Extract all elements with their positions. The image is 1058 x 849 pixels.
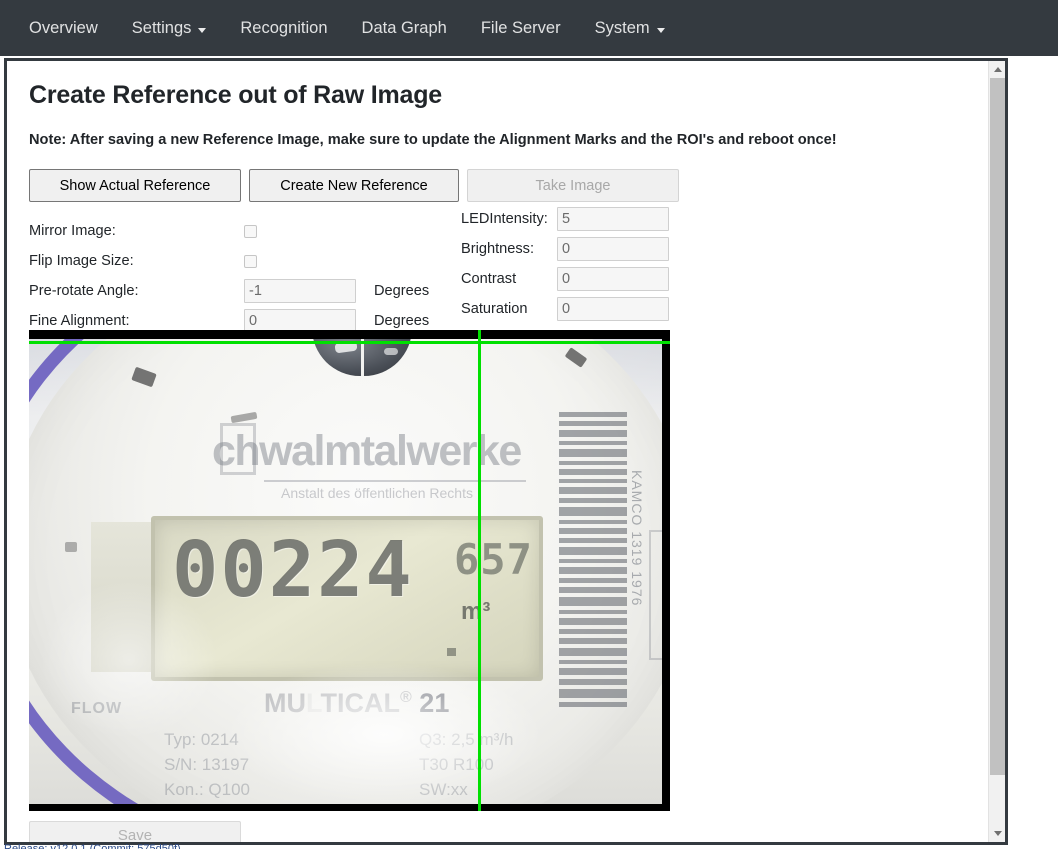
spec-t30: T30 R100 bbox=[419, 755, 494, 774]
save-button[interactable]: Save bbox=[29, 821, 241, 842]
lcd-indicator-dot bbox=[447, 648, 456, 656]
triangle-down-icon bbox=[993, 831, 1002, 836]
dirt-speck bbox=[65, 542, 77, 552]
barcode bbox=[559, 412, 627, 811]
field-contrast: Contrast bbox=[461, 264, 721, 294]
spec-sw: SW:xx bbox=[419, 780, 468, 799]
brand-underline bbox=[264, 480, 526, 482]
nav-item-system[interactable]: System bbox=[578, 11, 682, 46]
alignment-line-horizontal bbox=[29, 341, 670, 344]
nav-item-settings[interactable]: Settings bbox=[115, 11, 224, 46]
meter-brand-text: chwalmtalwerke bbox=[212, 427, 522, 475]
nav-item-file-server[interactable]: File Server bbox=[464, 11, 578, 46]
unit-fine-alignment: Degrees bbox=[374, 313, 430, 329]
settings-area: Mirror Image: Flip Image Size: Pre-rotat… bbox=[29, 207, 986, 333]
label-brightness: Brightness: bbox=[461, 241, 535, 257]
nav-item-recognition[interactable]: Recognition bbox=[223, 11, 344, 46]
meter-brand-subtitle: Anstalt des öffentlichen Rechts bbox=[281, 485, 473, 501]
content-frame: Create Reference out of Raw Image Note: … bbox=[4, 58, 1008, 845]
label-contrast: Contrast bbox=[461, 271, 517, 287]
input-contrast[interactable] bbox=[557, 267, 669, 291]
input-led-intensity[interactable] bbox=[557, 207, 669, 231]
nav-label-data-graph: Data Graph bbox=[361, 18, 447, 37]
spec-kon: Kon.: Q100 bbox=[164, 780, 251, 799]
nav-label-system: System bbox=[594, 18, 650, 37]
model-number: 21 bbox=[419, 688, 450, 718]
meter-model-text: MULTICAL® 21 bbox=[264, 688, 450, 718]
content-scroll-area: Create Reference out of Raw Image Note: … bbox=[7, 61, 986, 842]
input-brightness[interactable] bbox=[557, 237, 669, 261]
label-saturation: Saturation bbox=[461, 301, 528, 317]
spec-serial: S/N: 13197 bbox=[164, 755, 250, 774]
scrollbar-thumb[interactable] bbox=[990, 78, 1005, 775]
model-mid: TICAL bbox=[320, 688, 400, 718]
save-row: Save bbox=[29, 821, 986, 842]
camera-photo: chwalmtalwerke Anstalt des öffentlichen … bbox=[29, 330, 670, 811]
field-pre-rotate-angle: Pre-rotate Angle: Degrees bbox=[29, 276, 469, 306]
settings-right-column: LEDIntensity: Brightness: Contrast Satur… bbox=[461, 204, 721, 324]
settings-left-column: Mirror Image: Flip Image Size: Pre-rotat… bbox=[29, 216, 469, 336]
label-mirror-image: Mirror Image: bbox=[29, 223, 116, 239]
field-led-intensity: LEDIntensity: bbox=[461, 204, 721, 234]
model-registered-mark: ® bbox=[399, 689, 412, 706]
checkbox-mirror-image[interactable] bbox=[244, 224, 257, 238]
checkbox-flip-image-size[interactable] bbox=[244, 254, 257, 268]
lcd-decimal-digits: 657 bbox=[454, 535, 533, 584]
triangle-up-icon bbox=[993, 67, 1002, 72]
action-button-row: Show Actual Reference Create New Referen… bbox=[29, 169, 986, 202]
flow-label: FLOW bbox=[71, 700, 123, 717]
lens-highlight-secondary bbox=[384, 348, 398, 355]
nav-label-settings: Settings bbox=[131, 18, 192, 37]
chevron-down-icon bbox=[198, 27, 207, 33]
image-letterbox-top bbox=[29, 330, 670, 339]
lcd-main-digits: 00224 bbox=[172, 526, 414, 615]
chevron-down-icon bbox=[656, 27, 665, 33]
page-title: Create Reference out of Raw Image bbox=[29, 81, 442, 109]
scroll-down-button[interactable] bbox=[989, 825, 1005, 842]
alignment-line-vertical bbox=[478, 330, 481, 811]
field-brightness: Brightness: bbox=[461, 234, 721, 264]
input-pre-rotate-angle[interactable] bbox=[244, 279, 356, 303]
field-saturation: Saturation bbox=[461, 294, 721, 324]
label-fine-alignment: Fine Alignment: bbox=[29, 313, 130, 329]
lcd-side-tab bbox=[91, 522, 153, 672]
nav-item-overview[interactable]: Overview bbox=[12, 11, 115, 46]
lcd-unit-label: m³ bbox=[461, 598, 491, 625]
nav-label-file-server: File Server bbox=[480, 18, 561, 37]
nav-label-recognition: Recognition bbox=[240, 18, 328, 37]
spec-typ: Typ: 0214 bbox=[164, 730, 239, 749]
label-flip-image-size: Flip Image Size: bbox=[29, 253, 134, 269]
vertical-scrollbar[interactable] bbox=[988, 61, 1005, 842]
footer-release-text: Release: v12.0.1 (Commit: 575d50f) bbox=[4, 843, 181, 849]
input-saturation[interactable] bbox=[557, 297, 669, 321]
model-prefix: MU bbox=[264, 688, 306, 718]
label-pre-rotate-angle: Pre-rotate Angle: bbox=[29, 283, 139, 299]
barcode-text: KAMCO 1319 1976 bbox=[629, 470, 645, 607]
raw-camera-image[interactable]: chwalmtalwerke Anstalt des öffentlichen … bbox=[29, 330, 670, 811]
field-flip-image-size: Flip Image Size: bbox=[29, 246, 469, 276]
image-letterbox-right bbox=[662, 330, 670, 811]
field-mirror-image: Mirror Image: bbox=[29, 216, 469, 246]
spec-q3: Q3: 2,5 m³/h bbox=[419, 730, 514, 749]
create-new-reference-button[interactable]: Create New Reference bbox=[249, 169, 459, 202]
nav-item-data-graph[interactable]: Data Graph bbox=[345, 11, 464, 46]
scroll-up-button[interactable] bbox=[989, 61, 1005, 78]
label-led-intensity: LEDIntensity: bbox=[461, 211, 548, 227]
page-note: Note: After saving a new Reference Image… bbox=[29, 132, 837, 148]
unit-pre-rotate-angle: Degrees bbox=[374, 283, 430, 299]
take-image-button[interactable]: Take Image bbox=[467, 169, 679, 202]
top-navbar: Overview Settings Recognition Data Graph… bbox=[0, 0, 1058, 56]
image-letterbox-bottom bbox=[29, 804, 670, 811]
show-actual-reference-button[interactable]: Show Actual Reference bbox=[29, 169, 241, 202]
nav-label-overview: Overview bbox=[29, 18, 98, 37]
